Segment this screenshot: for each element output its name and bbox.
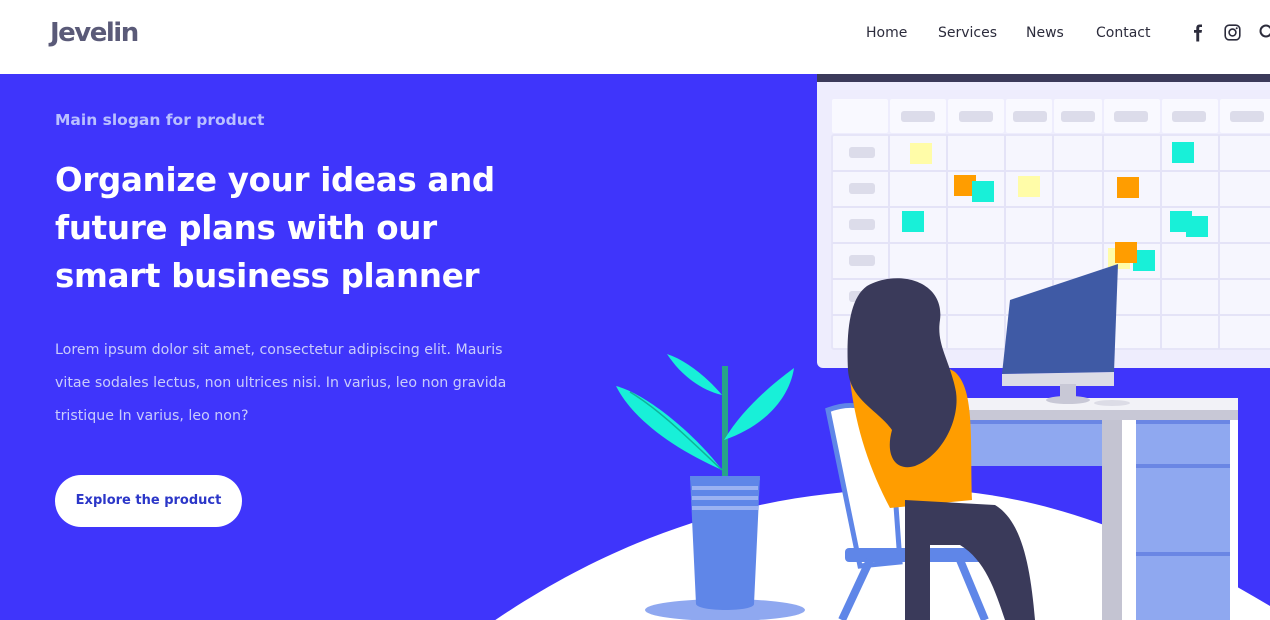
site-header: Jevelin Home Services News Contact: [0, 0, 1270, 74]
nav-news[interactable]: News: [1026, 25, 1064, 41]
nav-home[interactable]: Home: [866, 25, 907, 41]
nav-contact[interactable]: Contact: [1096, 25, 1150, 41]
explore-product-button[interactable]: Explore the product: [55, 475, 242, 527]
hero-description: Lorem ipsum dolor sit amet, consectetur …: [55, 342, 507, 424]
hero-section: Main slogan for product Organize your id…: [0, 74, 1270, 620]
hero-headline: Organize your ideas and future plans wit…: [55, 161, 495, 295]
hero-slogan: Main slogan for product: [55, 111, 265, 129]
nav-services[interactable]: Services: [938, 25, 997, 41]
brand-logo[interactable]: Jevelin: [50, 18, 139, 48]
search-icon[interactable]: [1259, 24, 1270, 45]
facebook-icon[interactable]: [1191, 24, 1205, 46]
instagram-icon[interactable]: [1224, 24, 1241, 45]
